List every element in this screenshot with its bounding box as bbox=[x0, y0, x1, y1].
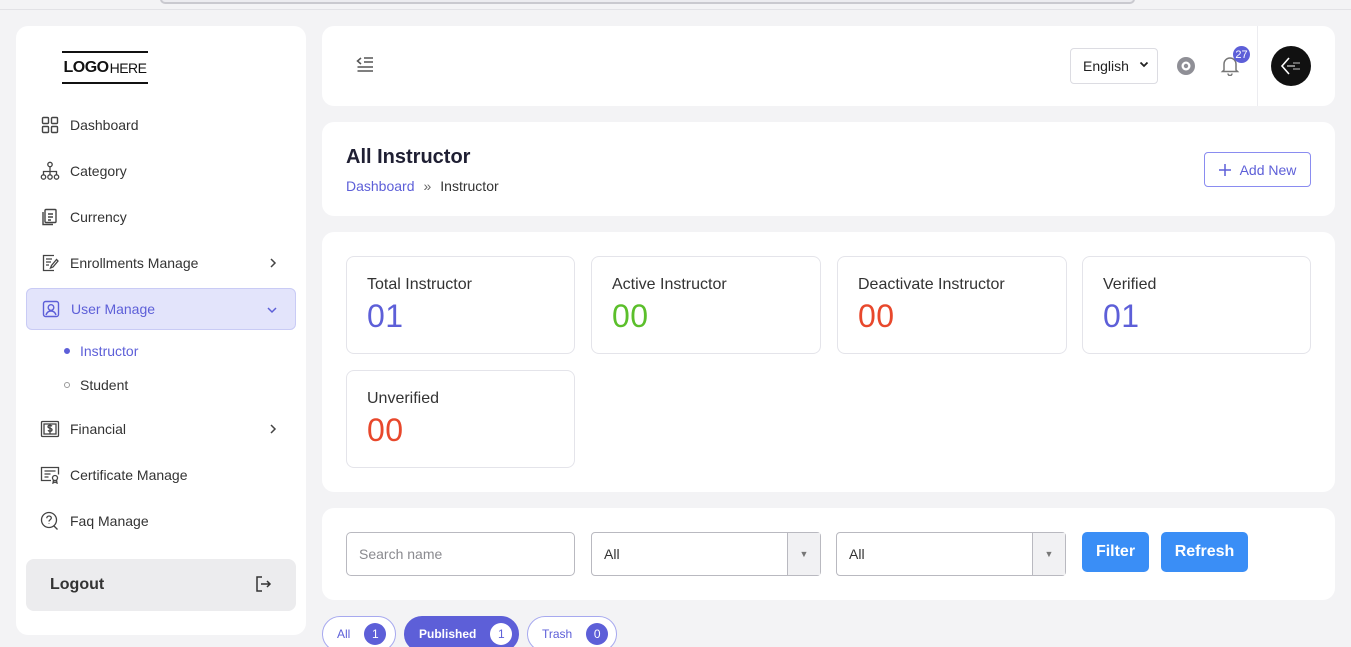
logout-icon bbox=[254, 575, 272, 598]
page-title: All Instructor bbox=[346, 146, 471, 168]
logo-light-text: HERE bbox=[109, 59, 147, 76]
sidebar-item-financial[interactable]: Financial bbox=[26, 408, 296, 450]
dollar-icon bbox=[40, 419, 60, 439]
language-select-value: English bbox=[1083, 58, 1129, 74]
stat-label: Deactivate Instructor bbox=[858, 276, 1005, 293]
caret-down-icon: ▼ bbox=[787, 533, 820, 575]
sidebar-subitem-label: Student bbox=[80, 377, 129, 393]
dashboard-icon bbox=[40, 115, 60, 135]
browser-top-strip bbox=[0, 0, 1351, 10]
filter-card: All ▼ All ▼ Filter Refresh bbox=[322, 508, 1335, 600]
sidebar-item-certificate[interactable]: Certificate Manage bbox=[26, 454, 296, 496]
stat-value: 00 bbox=[612, 298, 649, 334]
search-input[interactable] bbox=[346, 532, 575, 576]
language-select[interactable]: English bbox=[1070, 48, 1158, 84]
sidebar-item-user-manage[interactable]: User Manage bbox=[26, 288, 296, 330]
sidebar-item-label: Dashboard bbox=[70, 117, 139, 133]
logo[interactable]: LOGO HERE bbox=[62, 51, 148, 84]
stat-label: Total Instructor bbox=[367, 276, 472, 293]
sitemap-icon bbox=[40, 161, 60, 181]
stat-value: 00 bbox=[367, 412, 404, 448]
menu-toggle-icon[interactable] bbox=[356, 56, 374, 77]
sidebar-item-label: Category bbox=[70, 163, 127, 179]
filter-button[interactable]: Filter bbox=[1082, 532, 1149, 572]
stats-card: Total Instructor 01 Active Instructor 00… bbox=[322, 232, 1335, 492]
caret-down-icon: ▼ bbox=[1032, 533, 1065, 575]
sidebar-item-category[interactable]: Category bbox=[26, 150, 296, 192]
sidebar-item-label: Financial bbox=[70, 421, 127, 437]
status-select-value: All bbox=[604, 546, 620, 562]
logout-button[interactable]: Logout bbox=[26, 559, 296, 611]
breadcrumb-home-link[interactable]: Dashboard bbox=[346, 178, 415, 194]
sidebar-nav: Dashboard Category Currency Enrollments … bbox=[26, 104, 296, 546]
sidebar-item-dashboard[interactable]: Dashboard bbox=[26, 104, 296, 146]
tab-count: 1 bbox=[490, 623, 513, 645]
stat-value: 00 bbox=[858, 298, 895, 334]
stat-label: Active Instructor bbox=[612, 276, 727, 293]
sidebar-item-label: User Manage bbox=[71, 301, 156, 317]
browser-address-pill bbox=[160, 0, 1135, 4]
sidebar: LOGO HERE Dashboard Category Currency Enr… bbox=[16, 26, 306, 635]
faq-icon bbox=[40, 511, 60, 531]
top-header: English 27 bbox=[322, 26, 1335, 106]
stat-label: Verified bbox=[1103, 276, 1157, 293]
stat-active-instructor: Active Instructor 00 bbox=[591, 256, 821, 354]
sidebar-item-label: Faq Manage bbox=[70, 513, 149, 529]
plus-icon bbox=[1218, 161, 1231, 179]
tab-label: Trash bbox=[542, 627, 573, 641]
stat-value: 01 bbox=[1103, 298, 1140, 334]
tab-all[interactable]: All 1 bbox=[322, 616, 396, 647]
tab-count: 1 bbox=[364, 623, 387, 645]
tab-label: All bbox=[337, 627, 351, 641]
chevron-down-icon bbox=[267, 302, 277, 318]
sidebar-item-label: Currency bbox=[70, 209, 127, 225]
add-new-label: Add New bbox=[1239, 161, 1297, 178]
stat-verified: Verified 01 bbox=[1082, 256, 1311, 354]
verification-select-value: All bbox=[849, 546, 865, 562]
bullet-icon bbox=[64, 348, 70, 354]
logout-label: Logout bbox=[50, 576, 105, 593]
notification-badge: 27 bbox=[1233, 46, 1250, 63]
sidebar-subitem-instructor[interactable]: Instructor bbox=[26, 334, 296, 368]
eye-icon[interactable] bbox=[1175, 56, 1197, 81]
enrollments-icon bbox=[40, 253, 60, 273]
status-select[interactable]: All ▼ bbox=[591, 532, 821, 576]
breadcrumb-separator: » bbox=[423, 178, 432, 194]
chevron-down-icon bbox=[1139, 59, 1149, 72]
verification-select[interactable]: All ▼ bbox=[836, 532, 1066, 576]
chevron-right-icon bbox=[268, 255, 278, 271]
avatar[interactable] bbox=[1271, 46, 1311, 86]
add-new-button[interactable]: Add New bbox=[1204, 152, 1311, 187]
sidebar-item-currency[interactable]: Currency bbox=[26, 196, 296, 238]
sidebar-item-label: Enrollments Manage bbox=[70, 255, 199, 271]
sidebar-subitem-label: Instructor bbox=[80, 343, 139, 359]
tab-trash[interactable]: Trash 0 bbox=[527, 616, 617, 647]
tab-published[interactable]: Published 1 bbox=[404, 616, 519, 647]
user-icon bbox=[41, 299, 61, 319]
sidebar-subitem-student[interactable]: Student bbox=[26, 368, 296, 402]
breadcrumb: Dashboard » Instructor bbox=[346, 178, 499, 194]
certificate-icon bbox=[40, 465, 60, 485]
breadcrumb-current: Instructor bbox=[440, 178, 499, 194]
chevron-right-icon bbox=[268, 421, 278, 437]
page-header-card: All Instructor Dashboard » Instructor Ad… bbox=[322, 122, 1335, 216]
sidebar-item-enrollments[interactable]: Enrollments Manage bbox=[26, 242, 296, 284]
currency-icon bbox=[40, 207, 60, 227]
tab-count: 0 bbox=[586, 623, 609, 645]
sidebar-item-label: Certificate Manage bbox=[70, 467, 188, 483]
stat-label: Unverified bbox=[367, 390, 440, 407]
header-divider bbox=[1257, 26, 1258, 106]
bullet-icon bbox=[64, 382, 70, 388]
stat-value: 01 bbox=[367, 298, 404, 334]
tab-label: Published bbox=[419, 627, 477, 641]
sidebar-item-faq[interactable]: Faq Manage bbox=[26, 500, 296, 542]
stat-unverified: Unverified 00 bbox=[346, 370, 575, 468]
stat-total-instructor: Total Instructor 01 bbox=[346, 256, 575, 354]
logo-bold-text: LOGO bbox=[63, 58, 109, 76]
refresh-button[interactable]: Refresh bbox=[1161, 532, 1248, 572]
stat-deactivate-instructor: Deactivate Instructor 00 bbox=[837, 256, 1067, 354]
